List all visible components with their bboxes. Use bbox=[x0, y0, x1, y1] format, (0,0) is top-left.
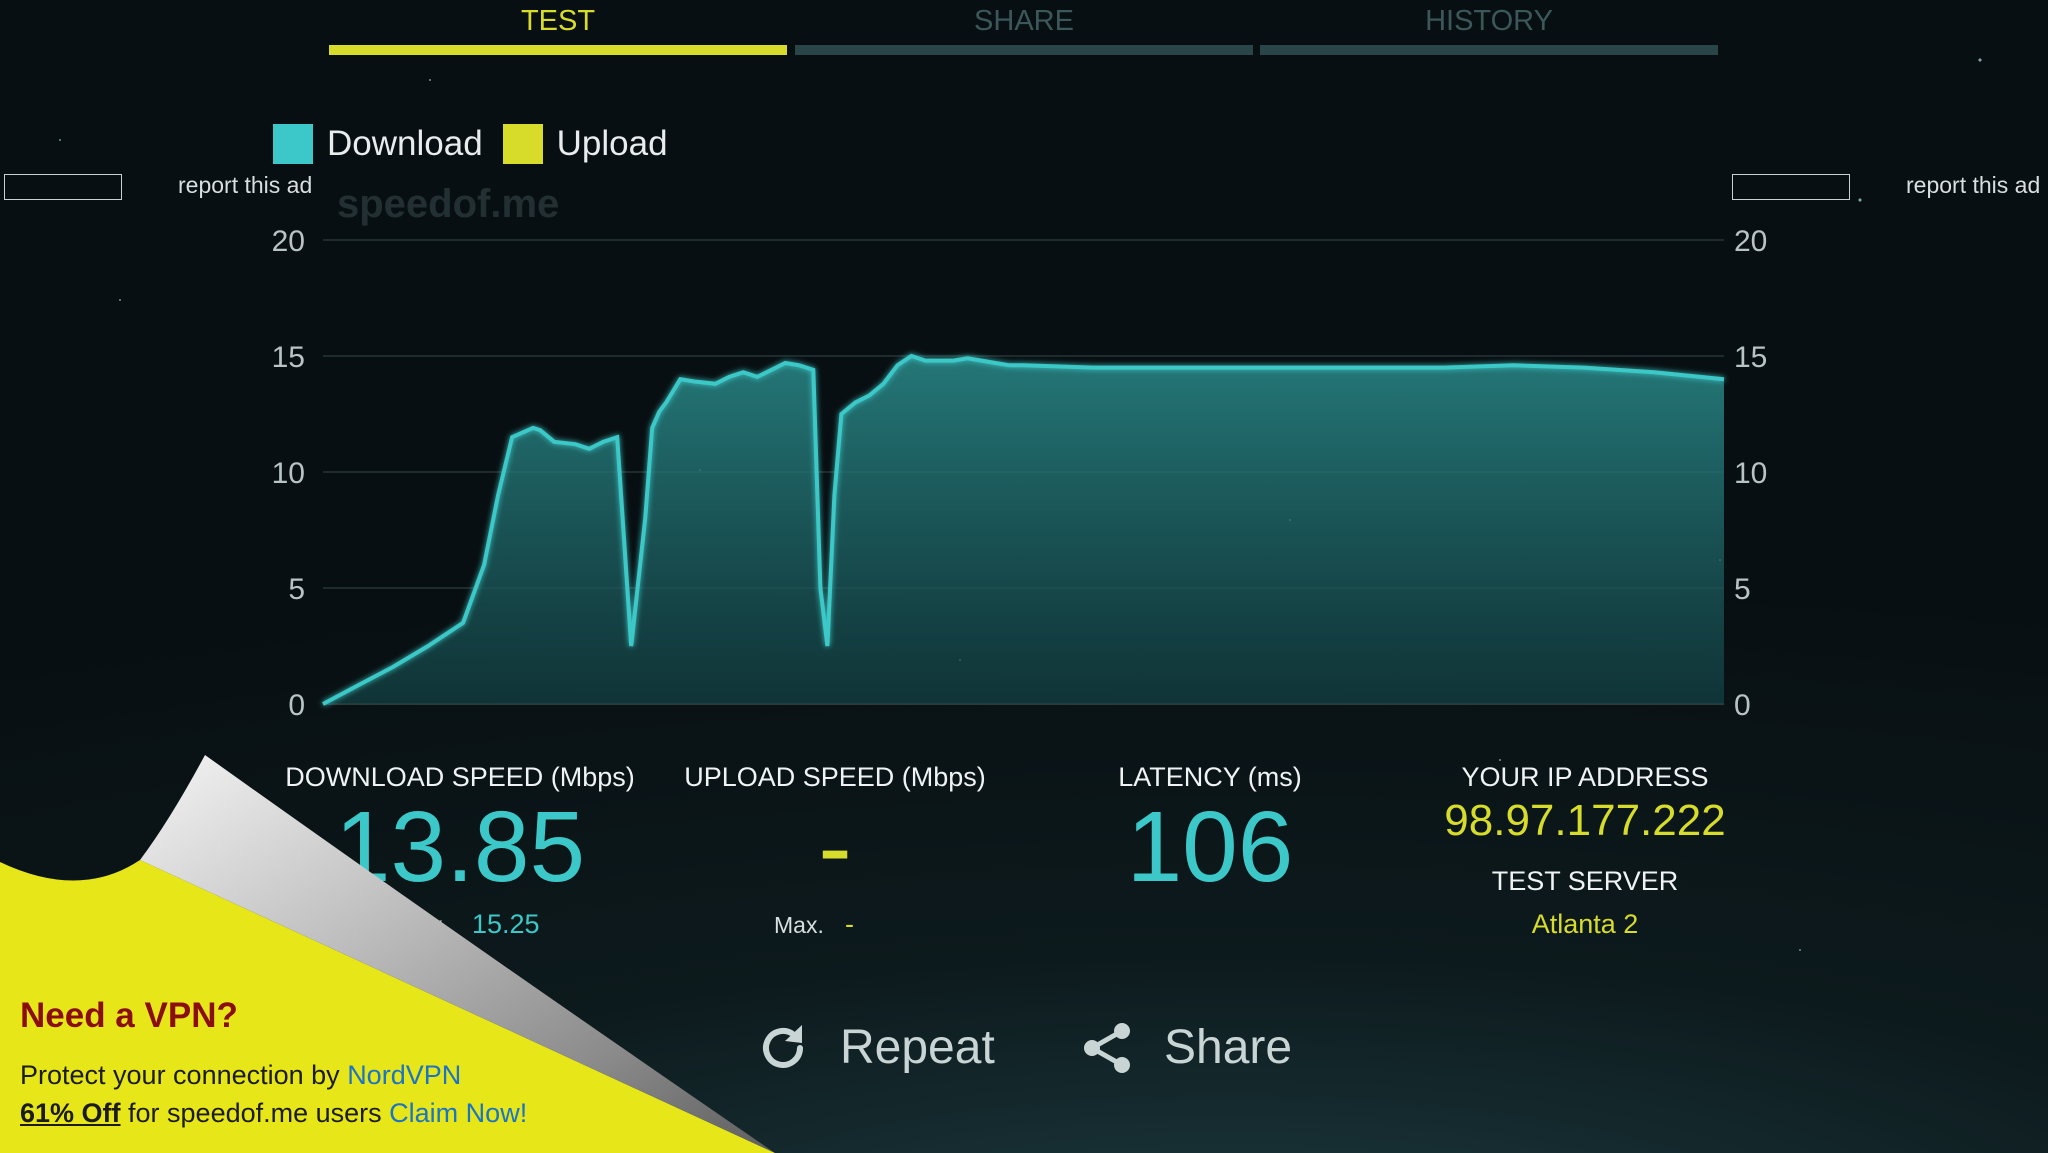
repeat-label: Repeat bbox=[840, 1021, 995, 1074]
download-area bbox=[323, 356, 1724, 704]
y-tick-left: 20 bbox=[272, 225, 305, 258]
claim-now-link[interactable]: Claim Now! bbox=[389, 1098, 527, 1128]
ip-address-value: 98.97.177.222 bbox=[1444, 796, 1726, 845]
vpn-ad-line2: 61% Off for speedof.me users Claim Now! bbox=[20, 1098, 527, 1129]
y-tick-right: 15 bbox=[1734, 341, 1767, 374]
latency-label: LATENCY (ms) bbox=[1118, 762, 1302, 792]
share-label: Share bbox=[1164, 1021, 1293, 1074]
y-tick-left: 10 bbox=[272, 457, 305, 490]
download-speed-label: DOWNLOAD SPEED (Mbps) bbox=[285, 762, 635, 792]
share-button[interactable]: Share bbox=[1082, 1020, 1292, 1075]
vpn-discount-text: 61% Off bbox=[20, 1098, 121, 1128]
y-tick-right: 10 bbox=[1734, 457, 1767, 490]
upload-speed-value: - bbox=[818, 791, 852, 903]
download-max-value: 15.25 bbox=[472, 909, 540, 939]
upload-max-label: Max. bbox=[774, 912, 824, 938]
download-max-label: Max. bbox=[399, 912, 449, 938]
y-tick-left: 5 bbox=[288, 573, 305, 606]
ip-address-label: YOUR IP ADDRESS bbox=[1461, 762, 1709, 792]
vpn-ad-title: Need a VPN? bbox=[20, 996, 238, 1035]
y-tick-right: 0 bbox=[1734, 689, 1751, 722]
latency-value: 106 bbox=[1126, 791, 1294, 903]
vpn-ad-line2-text: for speedof.me users bbox=[120, 1098, 390, 1128]
repeat-icon bbox=[763, 1024, 803, 1068]
vpn-ad-line1-text: Protect your connection by bbox=[20, 1060, 348, 1090]
vpn-ad-line1: Protect your connection by NordVPN bbox=[20, 1060, 461, 1091]
share-icon bbox=[1084, 1022, 1130, 1073]
test-server-value: Atlanta 2 bbox=[1531, 909, 1639, 939]
y-tick-left: 15 bbox=[272, 341, 305, 374]
upload-max-value: - bbox=[845, 909, 854, 939]
y-tick-right: 5 bbox=[1734, 573, 1751, 606]
upload-speed-label: UPLOAD SPEED (Mbps) bbox=[684, 762, 986, 792]
y-tick-left: 0 bbox=[288, 689, 305, 722]
nordvpn-link[interactable]: NordVPN bbox=[347, 1060, 461, 1090]
speed-chart: 0 0 5 5 10 10 15 15 20 20 bbox=[272, 225, 1768, 722]
download-speed-value: 13.85 bbox=[334, 791, 586, 903]
y-tick-right: 20 bbox=[1734, 225, 1767, 258]
test-server-label: TEST SERVER bbox=[1491, 866, 1679, 896]
repeat-button[interactable]: Repeat bbox=[756, 1020, 995, 1075]
